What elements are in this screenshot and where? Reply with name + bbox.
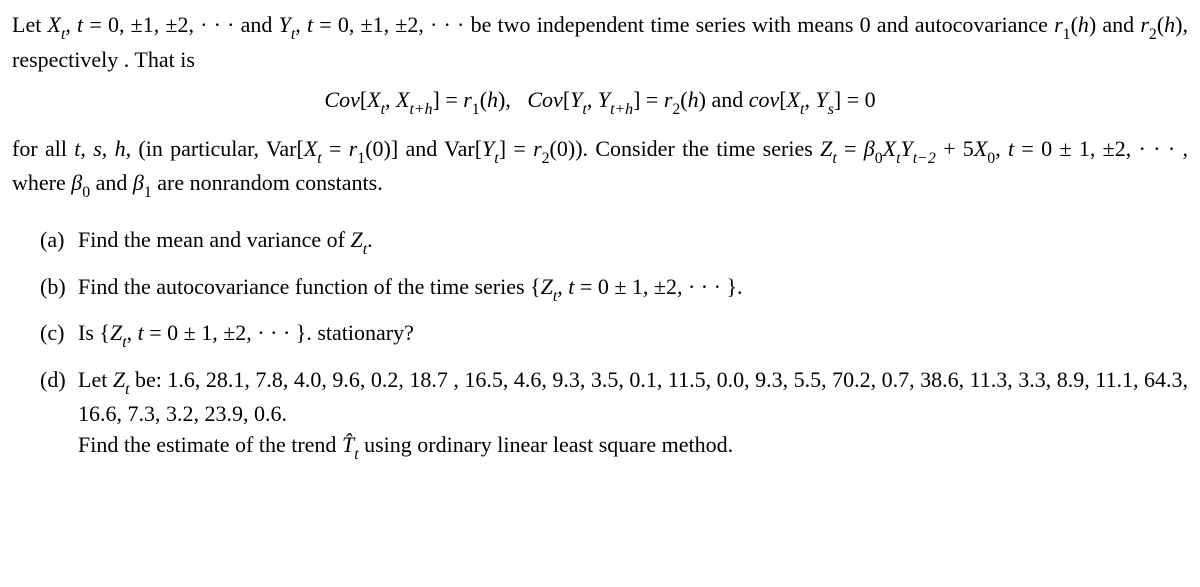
intro-text-2: for all t, s, h, (in particular, Var[Xt … [12, 136, 1188, 196]
question-list: (a) Find the mean and variance of Zt. (b… [12, 225, 1188, 465]
item-b-marker: (b) [40, 272, 78, 307]
item-a: (a) Find the mean and variance of Zt. [40, 225, 1188, 260]
item-b: (b) Find the autocovariance function of … [40, 272, 1188, 307]
item-d-marker: (d) [40, 365, 78, 465]
intro-text-1: Let Xt, t = 0, ±1, ±2, · · · and Yt, t =… [12, 12, 1188, 72]
item-d-line2: Find the estimate of the trend T̂t using… [78, 430, 1188, 465]
item-d: (d) Let Zt be: 1.6, 28.1, 7.8, 4.0, 9.6,… [40, 365, 1188, 465]
item-d-line1: Let Zt be: 1.6, 28.1, 7.8, 4.0, 9.6, 0.2… [78, 365, 1188, 430]
item-d-content: Let Zt be: 1.6, 28.1, 7.8, 4.0, 9.6, 0.2… [78, 365, 1188, 465]
item-c-content: Is {Zt, t = 0 ± 1, ±2, · · · }. stationa… [78, 318, 1188, 353]
intro-paragraph-2: for all t, s, h, (in particular, Var[Xt … [12, 134, 1188, 203]
equation-text: Cov[Xt, Xt+h] = r1(h), Cov[Yt, Yt+h] = r… [324, 87, 875, 112]
item-a-content: Find the mean and variance of Zt. [78, 225, 1188, 260]
item-c-marker: (c) [40, 318, 78, 353]
item-b-content: Find the autocovariance function of the … [78, 272, 1188, 307]
intro-paragraph-1: Let Xt, t = 0, ±1, ±2, · · · and Yt, t =… [12, 10, 1188, 75]
centered-equation: Cov[Xt, Xt+h] = r1(h), Cov[Yt, Yt+h] = r… [12, 85, 1188, 120]
item-a-marker: (a) [40, 225, 78, 260]
item-c: (c) Is {Zt, t = 0 ± 1, ±2, · · · }. stat… [40, 318, 1188, 353]
